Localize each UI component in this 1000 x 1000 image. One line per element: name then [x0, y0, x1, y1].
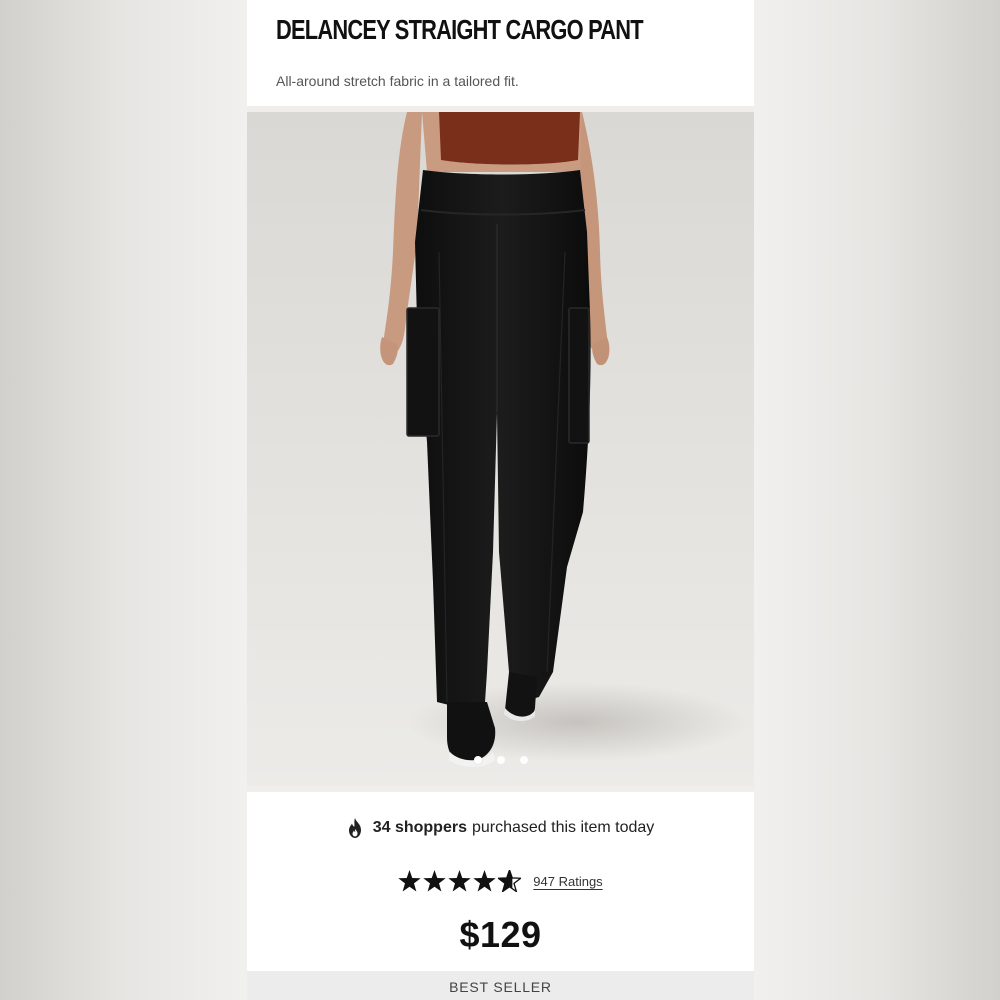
- carousel-dots: [247, 756, 754, 764]
- carousel-dot-2[interactable]: [496, 756, 505, 764]
- flame-icon: [347, 818, 363, 838]
- best-seller-badge: BEST SELLER: [247, 971, 754, 1000]
- star-icon: [473, 870, 496, 892]
- carousel-dot-1[interactable]: [473, 756, 482, 764]
- product-image: [247, 112, 754, 786]
- star-icon: [448, 870, 471, 892]
- product-subtitle: All-around stretch fabric in a tailored …: [276, 73, 519, 89]
- product-title: DELANCEY STRAIGHT CARGO PANT: [276, 14, 644, 45]
- star-rating: [398, 870, 522, 892]
- divider: [247, 786, 754, 792]
- product-header: DELANCEY STRAIGHT CARGO PANT All-around …: [247, 0, 754, 106]
- price: $129: [459, 914, 542, 955]
- star-icon: [398, 870, 421, 892]
- star-icon: [423, 870, 446, 892]
- half-star-icon: [498, 870, 522, 892]
- social-proof-text: purchased this item today: [471, 819, 655, 836]
- product-image-carousel[interactable]: [247, 112, 754, 786]
- rating-row: 947 Ratings: [247, 870, 754, 892]
- shopper-count: 34 shoppers: [372, 819, 467, 836]
- carousel-dot-3[interactable]: [519, 756, 528, 764]
- ratings-link[interactable]: 947 Ratings: [533, 874, 602, 889]
- social-proof: 34 shoppers purchased this item today: [247, 818, 754, 838]
- product-card: DELANCEY STRAIGHT CARGO PANT All-around …: [247, 0, 754, 1000]
